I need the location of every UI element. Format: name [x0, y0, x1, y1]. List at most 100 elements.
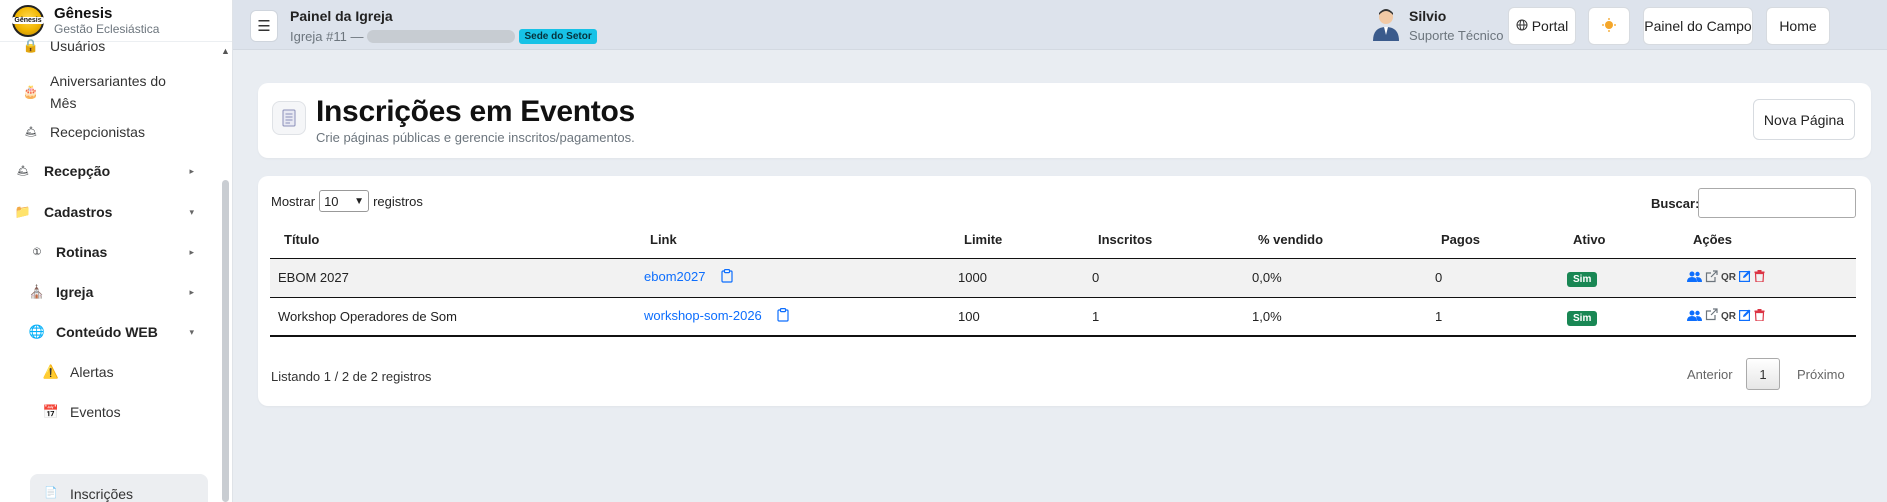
- sidebar: Gênesis Gênesis Gestão Eclesiástica 🔒 Us…: [0, 0, 233, 502]
- sidebar-item-recepcionistas[interactable]: 🛎 Recepcionistas: [22, 122, 218, 142]
- page-header-card: Inscrições em Eventos Crie páginas públi…: [258, 83, 1871, 158]
- cell-vendido: 0,0%: [1244, 258, 1427, 298]
- redacted-church-name: [367, 30, 516, 43]
- sidebar-item-label: Cadastros: [44, 204, 113, 220]
- table-row: EBOM 2027 ebom2027 1000 0 0,0% 0 Sim QR: [270, 258, 1856, 298]
- number-one-icon: ①: [32, 246, 42, 258]
- cell-limite: 100: [950, 297, 1084, 337]
- topbar: ☰ Painel da Igreja Igreja #11 — Sede do …: [233, 0, 1887, 50]
- column-header-link[interactable]: Link: [636, 222, 950, 259]
- globe-icon: [1516, 18, 1528, 34]
- column-header-acoes: Ações: [1679, 222, 1856, 259]
- theme-toggle-button[interactable]: [1588, 7, 1630, 45]
- sun-icon: [1602, 17, 1616, 35]
- user-menu[interactable]: Silvio Suporte Técnico: [1371, 7, 1503, 45]
- sidebar-item-eventos[interactable]: 📅 Eventos: [42, 402, 218, 422]
- avatar: [1371, 7, 1401, 41]
- edit-icon[interactable]: [1739, 270, 1751, 285]
- sidebar-item-cadastros[interactable]: 📁 Cadastros ▾: [14, 202, 218, 222]
- brand-subtitle: Gestão Eclesiástica: [54, 21, 160, 36]
- portal-button[interactable]: Portal: [1508, 7, 1576, 45]
- table-info: Listando 1 / 2 de 2 registros: [271, 369, 432, 384]
- bell-icon: 🛎: [16, 165, 30, 177]
- pagination-page-1[interactable]: 1: [1746, 358, 1780, 390]
- chevron-down-icon: ▾: [189, 206, 194, 217]
- sidebar-item-label: Igreja: [56, 284, 94, 300]
- pagination-next[interactable]: Próximo: [1797, 367, 1845, 382]
- sidebar-item-recepcao[interactable]: 🛎 Recepção ▸: [14, 161, 218, 181]
- menu-toggle-button[interactable]: ☰: [250, 10, 278, 42]
- column-header-pagos[interactable]: Pagos: [1427, 222, 1559, 259]
- column-header-inscritos[interactable]: Inscritos: [1084, 222, 1244, 259]
- sidebar-item-alertas[interactable]: ⚠️ Alertas: [42, 362, 218, 382]
- cell-titulo: EBOM 2027: [270, 258, 636, 298]
- scroll-up-arrow[interactable]: ▲: [221, 46, 230, 56]
- genesis-logo: Gênesis: [12, 4, 44, 37]
- clipboard-icon[interactable]: [721, 269, 733, 286]
- column-header-titulo[interactable]: Título: [270, 222, 636, 259]
- sidebar-item-label: Usuários: [50, 38, 106, 54]
- edit-icon[interactable]: [1739, 309, 1751, 324]
- events-table-card: Mostrar 10 ▼ registros Buscar: Título Li…: [258, 176, 1871, 406]
- chevron-down-icon: ▾: [189, 326, 194, 337]
- row-actions: QR: [1687, 308, 1856, 324]
- chevron-right-icon: ▸: [189, 246, 194, 257]
- status-badge: Sim: [1567, 272, 1598, 287]
- new-page-button[interactable]: Nova Página: [1753, 99, 1855, 140]
- event-link[interactable]: workshop-som-2026: [644, 308, 762, 323]
- sidebar-item-aniversariantes[interactable]: 🎂 Aniversariantes do Mês: [22, 70, 218, 114]
- home-button[interactable]: Home: [1766, 7, 1830, 45]
- painel-campo-button[interactable]: Painel do Campo: [1643, 7, 1753, 45]
- warning-icon: ⚠️: [42, 364, 60, 379]
- event-link[interactable]: ebom2027: [644, 269, 705, 284]
- brand-name: Gênesis: [54, 4, 113, 22]
- hamburger-icon: ☰: [257, 18, 271, 35]
- page-subtitle: Crie páginas públicas e gerencie inscrit…: [316, 130, 635, 145]
- cell-inscritos: 0: [1084, 258, 1244, 298]
- cake-icon: 🎂: [22, 84, 40, 99]
- cell-titulo: Workshop Operadores de Som: [270, 297, 636, 337]
- cell-pagos: 0: [1427, 258, 1559, 298]
- globe-icon: 🌐: [28, 324, 46, 339]
- sidebar-item-conteudo-web[interactable]: 🌐 Conteúdo WEB ▾: [28, 322, 218, 342]
- qr-code-button[interactable]: QR: [1721, 272, 1736, 283]
- users-icon[interactable]: [1687, 270, 1702, 285]
- column-header-vendido[interactable]: % vendido: [1244, 222, 1427, 259]
- sidebar-item-label: Rotinas: [56, 244, 108, 260]
- external-link-icon[interactable]: [1705, 308, 1718, 324]
- qr-code-button[interactable]: QR: [1721, 311, 1736, 322]
- trash-icon[interactable]: [1754, 308, 1765, 324]
- sidebar-item-label: Recepcionistas: [50, 124, 145, 140]
- sidebar-scrollbar[interactable]: [222, 180, 229, 502]
- page-length-select[interactable]: 10 ▼: [319, 190, 370, 212]
- chevron-right-icon: ▸: [189, 286, 194, 297]
- sidebar-item-label-line2: Mês: [50, 95, 77, 111]
- show-label: Mostrar: [271, 193, 316, 209]
- trash-icon[interactable]: [1754, 270, 1765, 285]
- status-badge: Sim: [1567, 310, 1598, 326]
- sidebar-item-label: Recepção: [44, 163, 111, 179]
- calendar-icon: 📅: [42, 404, 60, 419]
- sidebar-item-label: Eventos: [70, 404, 121, 420]
- clipboard-icon[interactable]: [777, 307, 790, 325]
- cell-limite: 1000: [950, 258, 1084, 298]
- pagination-previous[interactable]: Anterior: [1687, 367, 1733, 382]
- sidebar-item-label: Alertas: [70, 364, 114, 380]
- cell-inscritos: 1: [1084, 297, 1244, 337]
- column-header-ativo[interactable]: Ativo: [1559, 222, 1679, 259]
- sidebar-item-usuarios[interactable]: 🔒 Usuários: [22, 36, 218, 56]
- church-subtitle: Igreja #11 — Sede do Setor: [290, 29, 597, 44]
- sidebar-item-igreja[interactable]: ⛪ Igreja ▸: [28, 282, 218, 302]
- document-icon: [272, 101, 306, 135]
- sidebar-item-inscricoes[interactable]: 📄 Inscrições: [30, 474, 208, 502]
- column-header-limite[interactable]: Limite: [950, 222, 1084, 259]
- user-name: Silvio: [1409, 8, 1447, 24]
- external-link-icon[interactable]: [1705, 269, 1718, 286]
- bell-icon: 🛎: [24, 126, 38, 138]
- row-actions: QR: [1687, 269, 1856, 286]
- cell-vendido: 1,0%: [1244, 297, 1427, 337]
- search-input[interactable]: [1698, 188, 1856, 218]
- lock-icon: 🔒: [22, 38, 40, 53]
- sidebar-item-rotinas[interactable]: ① Rotinas ▸: [28, 242, 218, 262]
- users-icon[interactable]: [1687, 309, 1702, 324]
